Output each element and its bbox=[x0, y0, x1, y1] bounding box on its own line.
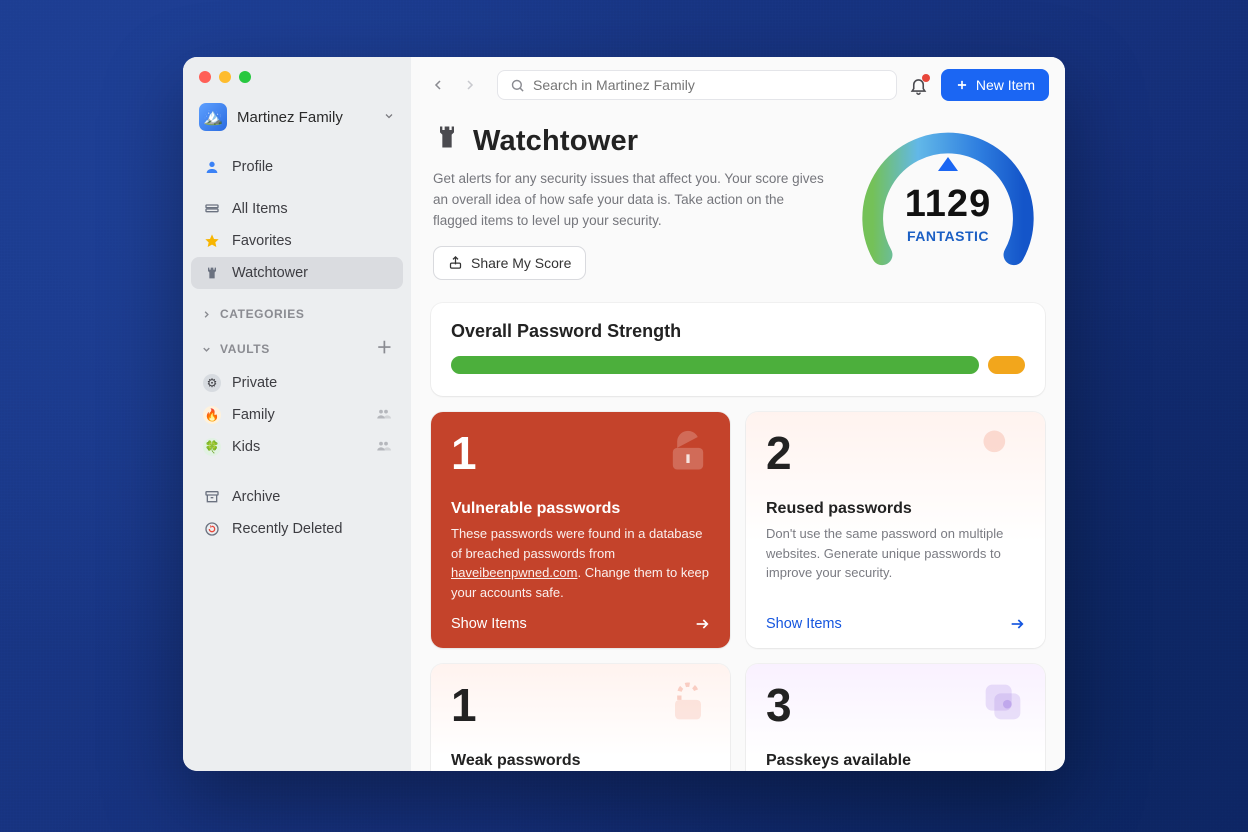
archive-icon bbox=[203, 488, 221, 506]
nav-forward-button[interactable] bbox=[459, 74, 481, 96]
sidebar-item-label: Archive bbox=[232, 489, 280, 505]
card-weak: 1 Weak passwords Weak passwords are easi… bbox=[431, 664, 730, 771]
vault-private-icon: ⚙︎ bbox=[203, 374, 221, 392]
page-title-text: Watchtower bbox=[473, 125, 638, 158]
gauge-pointer-icon bbox=[938, 157, 958, 171]
shared-icon bbox=[376, 406, 391, 424]
sidebar-vault-kids[interactable]: 🍀 Kids bbox=[191, 431, 403, 463]
watchtower-icon bbox=[203, 264, 221, 282]
notification-dot-icon bbox=[922, 74, 930, 82]
card-vulnerable: 1 Vulnerable passwords These passwords w… bbox=[431, 412, 730, 648]
issue-cards-grid-row2: 1 Weak passwords Weak passwords are easi… bbox=[431, 664, 1045, 771]
strength-bar bbox=[451, 356, 1025, 374]
issue-title: Weak passwords bbox=[451, 752, 710, 770]
search-icon bbox=[510, 78, 525, 93]
sidebar-item-label: Profile bbox=[232, 159, 273, 175]
issue-title: Passkeys available bbox=[766, 752, 1025, 770]
add-vault-button[interactable]: ＋ bbox=[376, 341, 393, 357]
sidebar-item-profile[interactable]: Profile bbox=[191, 151, 403, 183]
issue-title: Vulnerable passwords bbox=[451, 500, 710, 518]
share-score-button[interactable]: Share My Score bbox=[433, 246, 586, 280]
section-header-label: CATEGORIES bbox=[220, 307, 304, 321]
main-area: New Item Watchtower Get alerts for any s… bbox=[411, 57, 1065, 771]
content-scroll[interactable]: Watchtower Get alerts for any security i… bbox=[411, 111, 1065, 771]
sidebar-item-favorites[interactable]: Favorites bbox=[191, 225, 403, 257]
sidebar-item-label: Favorites bbox=[232, 233, 292, 249]
share-score-label: Share My Score bbox=[471, 255, 571, 271]
strength-title: Overall Password Strength bbox=[451, 321, 1025, 342]
page-header: Watchtower Get alerts for any security i… bbox=[431, 115, 1045, 303]
sidebar-item-recently-deleted[interactable]: Recently Deleted bbox=[191, 513, 403, 545]
unlock-icon bbox=[662, 424, 714, 479]
score-label: FANTASTIC bbox=[853, 228, 1043, 244]
search-input[interactable] bbox=[533, 77, 884, 93]
sidebar-item-archive[interactable]: Archive bbox=[191, 481, 403, 513]
sidebar-item-all[interactable]: All Items bbox=[191, 193, 403, 225]
stack-icon bbox=[203, 200, 221, 218]
close-window-icon[interactable] bbox=[199, 71, 211, 83]
section-header-label: VAULTS bbox=[220, 342, 270, 356]
vault-kids-icon: 🍀 bbox=[203, 438, 221, 456]
issue-title: Reused passwords bbox=[766, 500, 1025, 518]
profile-icon bbox=[203, 158, 221, 176]
score-value: 1129 bbox=[853, 183, 1043, 226]
vaults-header[interactable]: VAULTS ＋ bbox=[183, 327, 411, 363]
page-description: Get alerts for any security issues that … bbox=[433, 169, 829, 232]
sidebar-item-watchtower[interactable]: Watchtower bbox=[191, 257, 403, 289]
search-field[interactable] bbox=[497, 70, 897, 100]
chevron-down-icon bbox=[383, 109, 395, 125]
show-items-link[interactable]: Show Items bbox=[766, 602, 1025, 632]
sidebar-vault-family[interactable]: 🔥 Family bbox=[191, 399, 403, 431]
chevron-right-icon bbox=[201, 309, 212, 320]
password-strength-card: Overall Password Strength bbox=[431, 303, 1045, 396]
chevron-down-icon bbox=[201, 344, 212, 355]
sidebar: 🏔️ Martinez Family Profile All Items bbox=[183, 57, 411, 771]
minimize-window-icon[interactable] bbox=[219, 71, 231, 83]
show-items-label: Show Items bbox=[451, 616, 527, 632]
score-gauge: 1129 FANTASTIC bbox=[853, 123, 1043, 283]
notification-bell[interactable] bbox=[907, 73, 931, 97]
window-controls bbox=[183, 57, 411, 83]
weak-lock-icon bbox=[662, 676, 714, 731]
sidebar-item-label: Watchtower bbox=[232, 265, 308, 281]
issue-description: Don't use the same password on multiple … bbox=[766, 524, 1025, 583]
arrow-right-icon bbox=[1009, 616, 1025, 632]
vault-family-icon: 🔥 bbox=[203, 406, 221, 424]
categories-header[interactable]: CATEGORIES bbox=[183, 293, 411, 327]
sidebar-item-label: Recently Deleted bbox=[232, 521, 342, 537]
watchtower-title-icon bbox=[433, 123, 461, 159]
page-title: Watchtower bbox=[433, 123, 829, 159]
zoom-window-icon[interactable] bbox=[239, 71, 251, 83]
keys-icon bbox=[977, 424, 1029, 479]
card-reused: 2 Reused passwords Don't use the same pa… bbox=[746, 412, 1045, 648]
passkey-icon bbox=[977, 676, 1029, 731]
vault-switcher[interactable]: 🏔️ Martinez Family bbox=[183, 83, 411, 147]
toolbar: New Item bbox=[411, 57, 1065, 111]
star-icon bbox=[203, 232, 221, 250]
shared-icon bbox=[376, 438, 391, 456]
strength-bar-green bbox=[451, 356, 979, 374]
issue-cards-grid: 1 Vulnerable passwords These passwords w… bbox=[431, 412, 1045, 648]
recently-deleted-icon bbox=[203, 520, 221, 538]
vault-switcher-icon: 🏔️ bbox=[199, 103, 227, 131]
sidebar-vault-private[interactable]: ⚙︎ Private bbox=[191, 367, 403, 399]
share-icon bbox=[448, 255, 463, 270]
show-items-label: Show Items bbox=[766, 616, 842, 632]
card-passkeys: 3 Passkeys available Passkeys are a more… bbox=[746, 664, 1045, 771]
hibp-link[interactable]: haveibeenpwned.com bbox=[451, 565, 577, 580]
sidebar-item-label: Kids bbox=[232, 439, 260, 455]
new-item-label: New Item bbox=[976, 77, 1035, 93]
show-items-link[interactable]: Show Items bbox=[451, 602, 710, 632]
vault-switcher-label: Martinez Family bbox=[237, 109, 343, 126]
sidebar-item-label: All Items bbox=[232, 201, 288, 217]
new-item-button[interactable]: New Item bbox=[941, 69, 1049, 101]
nav-back-button[interactable] bbox=[427, 74, 449, 96]
sidebar-item-label: Family bbox=[232, 407, 275, 423]
plus-icon bbox=[955, 78, 969, 92]
issue-description: These passwords were found in a database… bbox=[451, 524, 710, 602]
app-window: 🏔️ Martinez Family Profile All Items bbox=[183, 57, 1065, 771]
strength-bar-orange bbox=[988, 356, 1025, 374]
arrow-right-icon bbox=[694, 616, 710, 632]
sidebar-item-label: Private bbox=[232, 375, 277, 391]
